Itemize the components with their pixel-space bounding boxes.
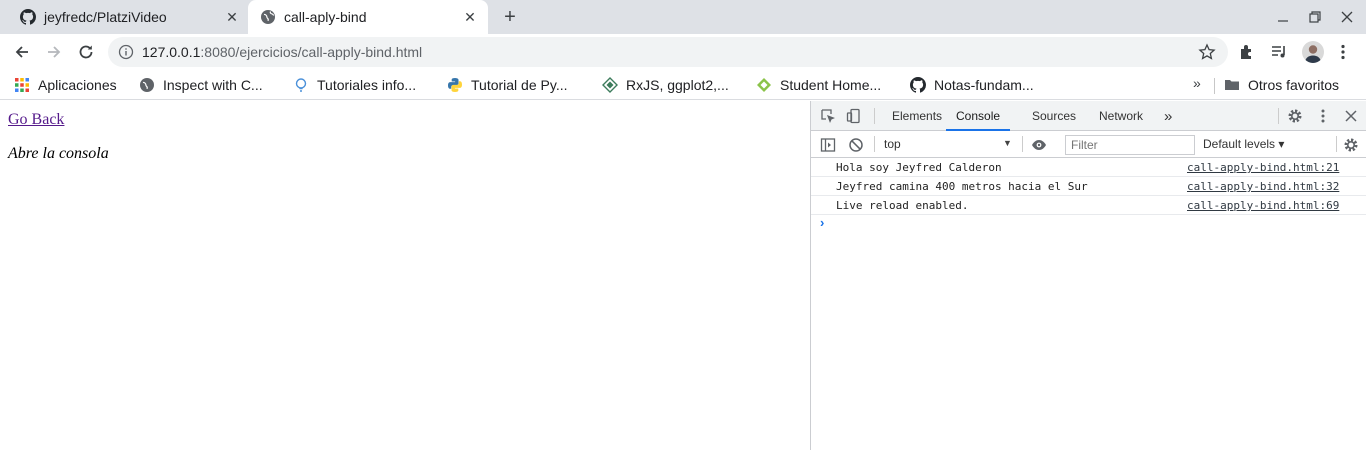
bookmark-other-favorites[interactable]: Otros favoritos [1224,76,1339,94]
github-icon [910,77,926,93]
avatar[interactable] [1302,41,1324,63]
chevron-down-icon[interactable]: ▼ [1003,138,1012,148]
tab-sources[interactable]: Sources [1032,101,1076,131]
forward-icon[interactable] [44,42,64,62]
toolbar-divider [1022,136,1023,152]
more-tabs-button[interactable]: » [1164,101,1172,131]
inspect-element-icon[interactable] [820,108,836,124]
bookmark-label: Tutorial de Py... [471,77,568,93]
bookmarks-overflow-button[interactable]: » [1193,75,1201,91]
close-icon[interactable]: ✕ [224,9,240,25]
close-devtools-icon[interactable] [1343,108,1359,124]
extensions-icon[interactable] [1238,43,1256,61]
bookmark-aplicaciones[interactable]: Aplicaciones [14,76,117,94]
minimize-icon[interactable] [1274,8,1292,26]
toolbar-divider [874,136,875,152]
console-message: Hola soy Jeyfred Calderon call-apply-bin… [811,158,1366,177]
folder-icon [1225,80,1239,90]
console-settings-icon[interactable] [1343,137,1359,153]
toolbar-divider [874,108,875,124]
globe-icon [140,78,154,92]
console-toolbar: top ▼ Default levels ▾ [811,131,1366,158]
tab-strip: jeyfredc/PlatziVideo ✕ call-aply-bind ✕ … [0,0,1366,34]
github-icon [20,9,36,25]
bookmark-tutorial-python[interactable]: Tutorial de Py... [447,76,567,94]
close-icon[interactable]: ✕ [462,9,478,25]
console-hint-text: Abre la consola [8,145,109,162]
log-text: Live reload enabled. [836,199,969,212]
clear-console-icon[interactable] [848,137,864,153]
bookmark-label: Inspect with C... [163,77,263,93]
bookmark-label: RxJS, ggplot2,... [626,77,729,93]
tab-elements[interactable]: Elements [892,101,942,131]
tab-platzivideo[interactable]: jeyfredc/PlatziVideo ✕ [0,0,246,34]
address-bar[interactable]: 127.0.0.1:8080/ejercicios/call-apply-bin… [108,37,1228,67]
bookmark-label: Notas-fundam... [934,77,1034,93]
bookmark-notas[interactable]: Notas-fundam... [910,76,1034,94]
bookmarks-bar: Aplicaciones Inspect with C... Tutoriale… [0,70,1366,100]
log-text: Hola soy Jeyfred Calderon [836,161,1002,174]
python-icon [448,78,462,92]
profile-icon [1305,45,1321,63]
settings-gear-icon[interactable] [1287,108,1303,124]
apps-grid-icon [15,78,29,92]
tab-console[interactable]: Console [946,101,1011,131]
url-text: 127.0.0.1:8080/ejercicios/call-apply-bin… [142,44,422,60]
bookmark-tutoriales[interactable]: Tutoriales info... [293,76,416,94]
url-host: 127.0.0.1 [142,44,201,60]
bookmark-label: Aplicaciones [38,77,117,93]
sidebar-toggle-icon[interactable] [820,137,836,153]
bookmark-rxjs[interactable]: RxJS, ggplot2,... [602,76,729,94]
restore-icon[interactable] [1306,8,1324,26]
log-text: Jeyfred camina 400 metros hacia el Sur [836,180,1088,193]
close-window-icon[interactable] [1338,8,1356,26]
url-path: :8080/ejercicios/call-apply-bind.html [200,44,423,60]
toolbar-divider [1336,136,1337,152]
back-icon[interactable] [12,42,32,62]
log-source-link[interactable]: call-apply-bind.html:69 [1187,199,1339,212]
new-tab-button[interactable]: + [500,7,520,27]
tab-title: jeyfredc/PlatziVideo [44,9,167,25]
eye-icon[interactable] [1031,137,1047,153]
bookmark-label: Otros favoritos [1248,77,1340,93]
log-levels-dropdown[interactable]: Default levels ▾ [1203,137,1284,151]
bookmark-label: Student Home... [780,77,882,93]
console-prompt[interactable]: › [820,215,824,230]
devtools-panel: Elements Console Sources Network » top ▼… [810,101,1366,450]
tab-title: call-aply-bind [284,9,367,25]
info-icon[interactable] [118,44,134,60]
page-viewport: Go Back Abre la consola [0,101,810,450]
reload-icon[interactable] [76,42,96,62]
log-source-link[interactable]: call-apply-bind.html:32 [1187,180,1339,193]
globe-icon [261,10,275,24]
context-selector[interactable]: top [884,137,901,151]
menu-kebab-icon[interactable] [1334,43,1352,61]
devtools-tabbar: Elements Console Sources Network » [811,101,1366,131]
tab-call-aply-bind[interactable]: call-aply-bind ✕ [248,0,488,34]
bookmark-inspect[interactable]: Inspect with C... [139,76,263,94]
console-message: Jeyfred camina 400 metros hacia el Sur c… [811,177,1366,196]
diamond-icon [602,77,618,93]
bookmark-student-home[interactable]: Student Home... [756,76,881,94]
log-source-link[interactable]: call-apply-bind.html:21 [1187,161,1339,174]
browser-toolbar: 127.0.0.1:8080/ejercicios/call-apply-bin… [0,34,1366,70]
device-toolbar-icon[interactable] [846,108,862,124]
media-control-icon[interactable] [1270,43,1288,61]
go-back-link[interactable]: Go Back [8,111,64,129]
toolbar-divider [1278,108,1279,124]
tab-network[interactable]: Network [1099,101,1143,131]
bookmarks-divider [1214,78,1215,94]
bookmark-label: Tutoriales info... [317,77,417,93]
bookmark-star-icon[interactable] [1198,43,1216,61]
bulb-icon [295,78,307,92]
student-icon [757,78,771,92]
console-filter-input[interactable] [1065,135,1195,155]
kebab-menu-icon[interactable] [1315,108,1331,124]
console-message: Live reload enabled. call-apply-bind.htm… [811,196,1366,215]
